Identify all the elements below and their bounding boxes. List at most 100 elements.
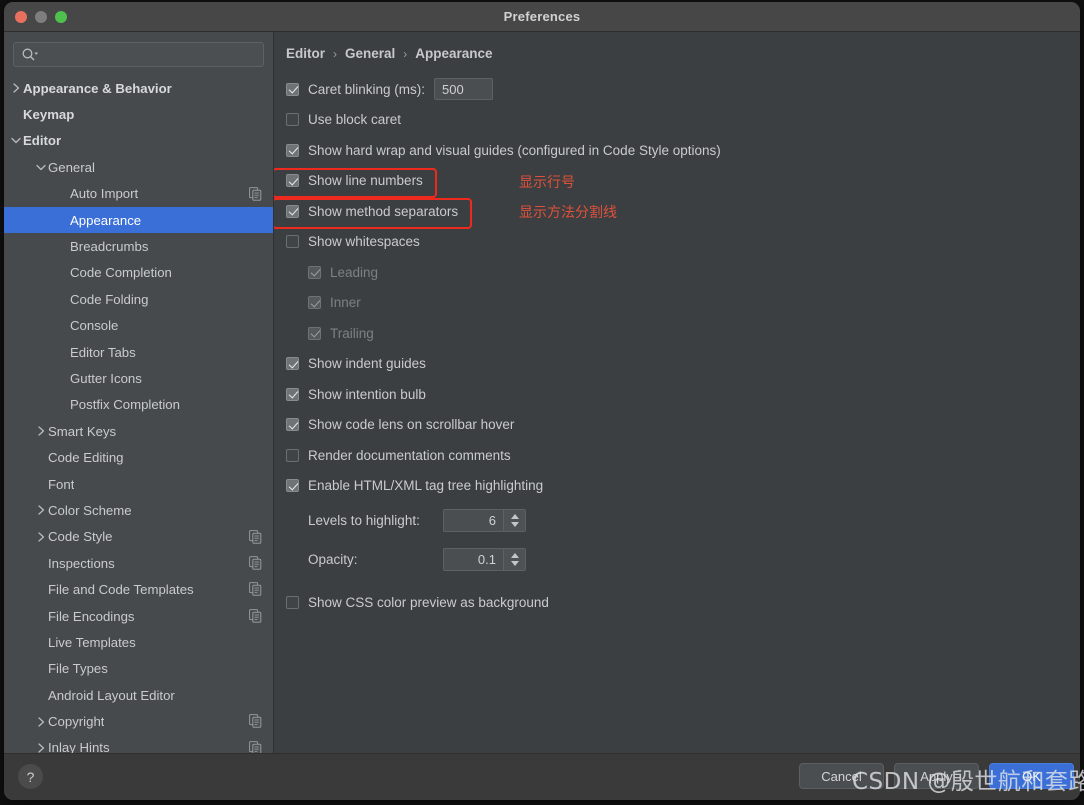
spinner-increment-icon[interactable] [510, 514, 519, 519]
checkbox-show-line-numbers[interactable] [286, 174, 299, 188]
chevron-down-icon[interactable] [34, 160, 48, 174]
option-row-show-method-separators[interactable]: Show method separators [274, 196, 1080, 227]
copy-settings-icon[interactable] [249, 608, 262, 623]
spinner-increment-icon[interactable] [510, 553, 519, 558]
sidebar-item-file-encodings[interactable]: File Encodings [4, 603, 273, 629]
sidebar-item-label: General [48, 159, 95, 175]
option-label: Show CSS color preview as background [308, 594, 549, 610]
caret-blinking-input[interactable]: 500 [434, 78, 494, 101]
spinner-arrows[interactable] [503, 549, 525, 570]
help-button[interactable]: ? [18, 764, 43, 789]
spinner-arrows[interactable] [503, 510, 525, 531]
breadcrumb-part-0[interactable]: Editor [286, 46, 325, 61]
copy-settings-icon[interactable] [249, 556, 262, 570]
breadcrumb-part-1[interactable]: General [345, 46, 395, 61]
ok-button[interactable]: OK [989, 763, 1074, 789]
sidebar-item-code-folding[interactable]: Code Folding [4, 286, 273, 312]
sidebar-item-appearance-behavior[interactable]: Appearance & Behavior [4, 75, 273, 101]
sidebar-item-breadcrumbs[interactable]: Breadcrumbs [4, 233, 273, 259]
chevron-down-icon[interactable] [9, 134, 23, 148]
copy-settings-icon[interactable] [249, 740, 262, 753]
sidebar-item-code-completion[interactable]: Code Completion [4, 260, 273, 286]
sidebar-item-gutter-icons[interactable]: Gutter Icons [4, 365, 273, 391]
spinner-value[interactable]: 6 [444, 510, 503, 531]
sidebar-item-console[interactable]: Console [4, 313, 273, 339]
sidebar-item-android-layout-editor[interactable]: Android Layout Editor [4, 682, 273, 708]
option-row-show-hard-wrap-and-visual-guides-configured-in-code-style-options[interactable]: Show hard wrap and visual guides (config… [274, 135, 1080, 166]
sidebar-item-label: Code Style [48, 529, 113, 545]
sidebar-item-code-style[interactable]: Code Style [4, 524, 273, 550]
sidebar-item-label: File Types [48, 661, 108, 677]
sidebar-item-editor-tabs[interactable]: Editor Tabs [4, 339, 273, 365]
checkbox-show-indent-guides[interactable] [286, 357, 299, 371]
checkbox-enable-html-xml-tag-tree-highlighting[interactable] [286, 479, 299, 493]
copy-settings-icon[interactable] [249, 529, 262, 544]
sidebar-item-label: Breadcrumbs [70, 239, 149, 255]
checkbox-render-documentation-comments[interactable] [286, 448, 299, 462]
checkbox-use-block-caret[interactable] [286, 113, 299, 127]
checkbox-show-intention-bulb[interactable] [286, 387, 299, 401]
sidebar-item-smart-keys[interactable]: Smart Keys [4, 418, 273, 444]
sidebar-item-file-types[interactable]: File Types [4, 656, 273, 682]
cancel-button[interactable]: Cancel [799, 763, 884, 789]
option-label: Render documentation comments [308, 447, 511, 463]
sidebar-item-general[interactable]: General [4, 154, 273, 180]
chevron-right-icon[interactable] [34, 503, 48, 517]
sidebar-item-inlay-hints[interactable]: Inlay Hints [4, 735, 273, 753]
chevron-right-icon[interactable] [34, 741, 48, 753]
settings-tree: Appearance & Behavior Keymap Editor General… [4, 74, 273, 753]
sidebar-item-auto-import[interactable]: Auto Import [4, 181, 273, 207]
spinner-levels-to-highlight[interactable]: 6 [443, 509, 526, 532]
spinner-value[interactable]: 0.1 [444, 549, 503, 570]
option-row-enable-html-xml-tag-tree-highlighting[interactable]: Enable HTML/XML tag tree highlighting [274, 471, 1080, 502]
sidebar-item-editor[interactable]: Editor [4, 128, 273, 154]
sidebar-item-code-editing[interactable]: Code Editing [4, 444, 273, 470]
option-row-show-intention-bulb[interactable]: Show intention bulb [274, 379, 1080, 410]
search-box[interactable] [13, 42, 264, 68]
option-label: Show method separators [308, 203, 459, 219]
copy-settings-icon[interactable] [249, 582, 262, 597]
sidebar-item-label: Appearance & Behavior [23, 80, 172, 96]
option-row-show-whitespaces[interactable]: Show whitespaces [274, 227, 1080, 258]
chevron-right-icon[interactable] [34, 715, 48, 729]
spinner-opacity[interactable]: 0.1 [443, 548, 526, 571]
option-row-use-block-caret[interactable]: Use block caret [274, 105, 1080, 136]
option-row-inner[interactable]: Inner [274, 288, 1080, 319]
option-row-show-line-numbers[interactable]: Show line numbers [274, 166, 1080, 197]
chevron-right-icon[interactable] [9, 81, 23, 95]
option-row-render-documentation-comments[interactable]: Render documentation comments [274, 440, 1080, 471]
option-row-show-css-color-preview-as-background[interactable]: Show CSS color preview as background [274, 587, 1080, 618]
sidebar-item-copyright[interactable]: Copyright [4, 708, 273, 734]
sidebar-item-font[interactable]: Font [4, 471, 273, 497]
option-row-leading[interactable]: Leading [274, 257, 1080, 288]
sidebar-item-keymap[interactable]: Keymap [4, 101, 273, 127]
checkbox-show-method-separators[interactable] [286, 204, 299, 218]
sidebar-item-live-templates[interactable]: Live Templates [4, 629, 273, 655]
option-label: Show whitespaces [308, 234, 420, 250]
sidebar-item-label: File Encodings [48, 608, 135, 624]
apply-button[interactable]: Apply [894, 763, 979, 789]
sidebar-item-inspections[interactable]: Inspections [4, 550, 273, 576]
spinner-decrement-icon[interactable] [510, 522, 519, 527]
copy-settings-icon[interactable] [249, 186, 262, 201]
option-row-show-code-lens-on-scrollbar-hover[interactable]: Show code lens on scrollbar hover [274, 410, 1080, 441]
sidebar-item-postfix-completion[interactable]: Postfix Completion [4, 392, 273, 418]
sidebar-item-appearance[interactable]: Appearance [4, 206, 273, 234]
sidebar-item-color-scheme[interactable]: Color Scheme [4, 497, 273, 523]
window-body: Appearance & Behavior Keymap Editor General… [4, 32, 1080, 753]
spinner-decrement-icon[interactable] [510, 561, 519, 566]
checkbox-show-whitespaces[interactable] [286, 235, 299, 249]
checkbox-show-css-color-preview-as-background[interactable] [286, 595, 299, 609]
sidebar-item-file-and-code-templates[interactable]: File and Code Templates [4, 576, 273, 602]
option-row-caret-blinking-ms[interactable]: Caret blinking (ms): 500 [274, 74, 1080, 105]
settings-sidebar: Appearance & Behavior Keymap Editor General… [4, 32, 274, 753]
chevron-right-icon[interactable] [34, 424, 48, 438]
option-row-trailing[interactable]: Trailing [274, 318, 1080, 349]
copy-settings-icon[interactable] [249, 714, 262, 729]
option-row-show-indent-guides[interactable]: Show indent guides [274, 349, 1080, 380]
checkbox-show-hard-wrap-and-visual-guides-configured-in-code-style-options[interactable] [286, 143, 299, 157]
chevron-right-icon[interactable] [34, 530, 48, 544]
search-input[interactable] [42, 43, 259, 68]
checkbox-show-code-lens-on-scrollbar-hover[interactable] [286, 418, 299, 432]
checkbox-caret-blinking-ms[interactable] [286, 82, 299, 96]
